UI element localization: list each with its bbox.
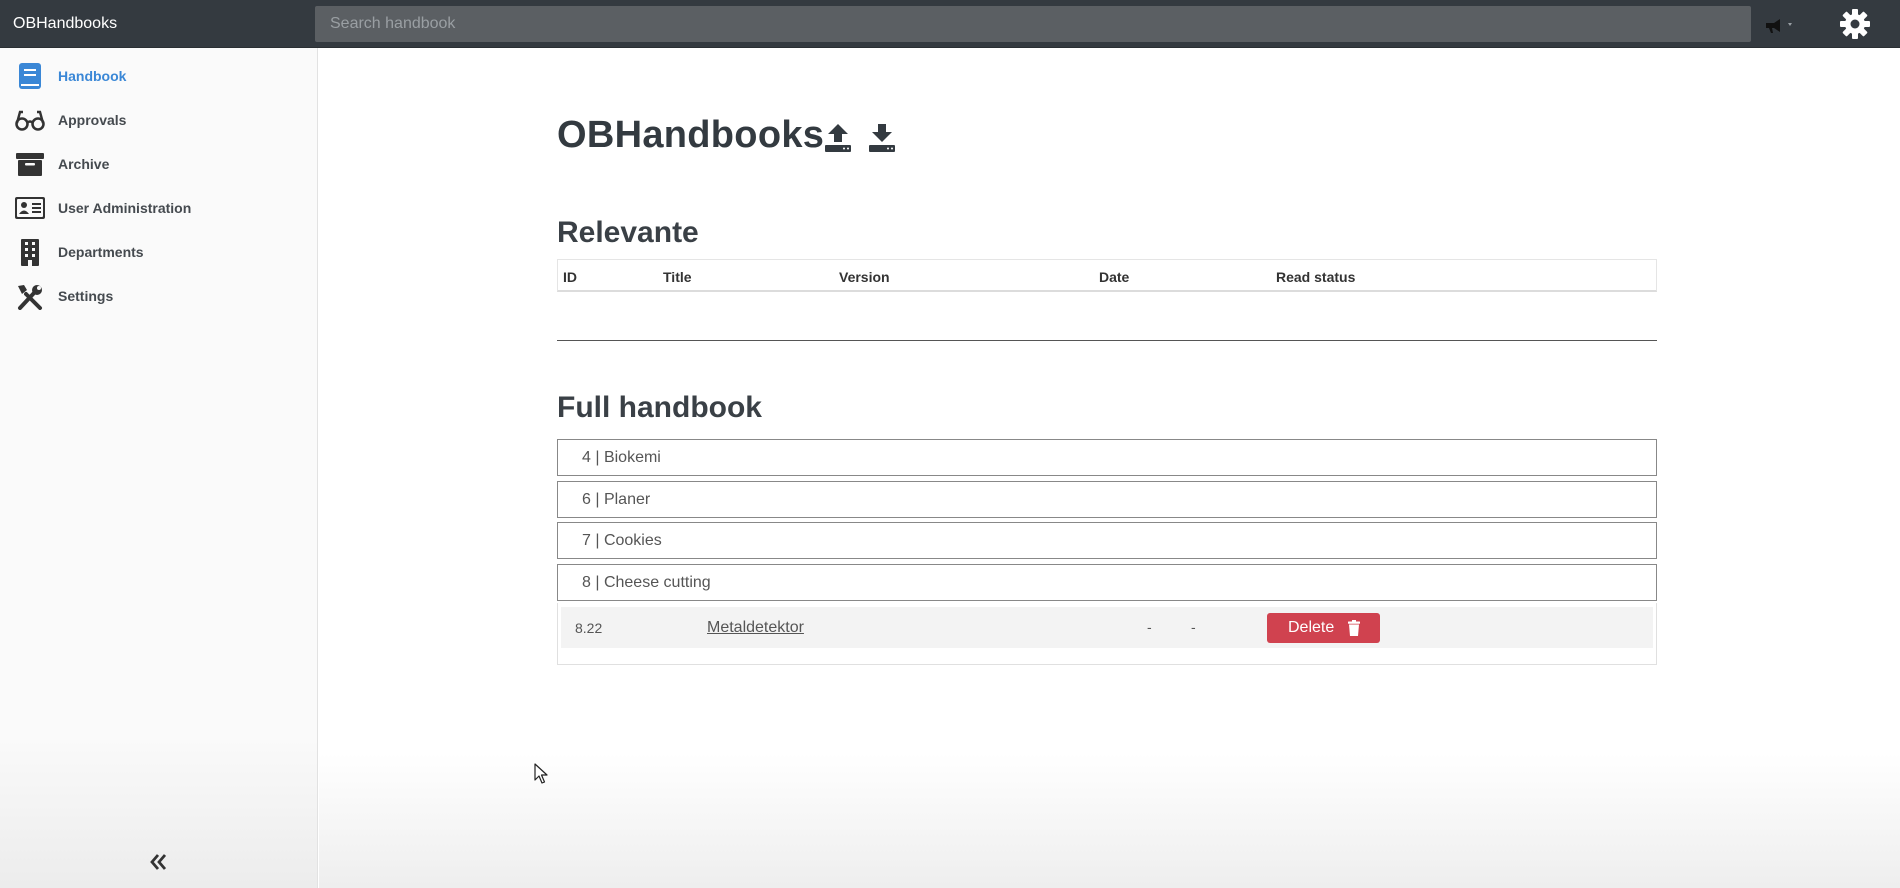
item-version: -	[1147, 619, 1152, 635]
sidebar-item-label: Handbook	[58, 68, 127, 84]
sidebar-item-user-administration[interactable]: User Administration	[0, 188, 318, 228]
page-title: OBHandbooks	[557, 114, 825, 156]
top-navbar: OBHandbooks	[0, 0, 1900, 48]
announcements-dropdown[interactable]	[1762, 14, 1798, 36]
group-label: 4 | Biokemi	[582, 449, 661, 466]
column-header-id[interactable]: ID	[563, 269, 577, 285]
upload-icon[interactable]	[823, 120, 853, 154]
column-header-date[interactable]: Date	[1099, 269, 1129, 285]
column-header-read-status[interactable]: Read status	[1276, 269, 1355, 285]
megaphone-icon	[1766, 19, 1792, 33]
sidebar-item-approvals[interactable]: Approvals	[0, 100, 318, 140]
collapse-sidebar-button[interactable]	[146, 850, 170, 874]
archive-box-icon	[16, 153, 44, 176]
relevant-heading: Relevante	[557, 216, 699, 249]
tools-icon	[18, 285, 42, 310]
building-icon	[21, 239, 39, 266]
handbook-group-row[interactable]: 6 | Planer	[557, 481, 1657, 518]
group-label: 7 | Cookies	[582, 532, 662, 549]
sidebar: Handbook Approvals Archive User Administ…	[0, 48, 318, 888]
sidebar-item-label: Settings	[58, 288, 114, 304]
gear-icon	[1840, 9, 1870, 39]
group-label: 8 | Cheese cutting	[582, 574, 711, 591]
handbook-group-row-expanded[interactable]: 8 | Cheese cutting	[557, 564, 1657, 601]
sidebar-item-departments[interactable]: Departments	[0, 232, 318, 272]
group-label: 6 | Planer	[582, 491, 651, 508]
trash-icon	[1348, 620, 1360, 636]
main-content: OBHandbooks Relevante ID Title Version D…	[319, 48, 1900, 888]
double-chevron-left-icon	[150, 854, 167, 870]
mouse-cursor-icon	[534, 763, 548, 784]
sidebar-item-archive[interactable]: Archive	[0, 144, 318, 184]
group-items-panel: 8.22 Metaldetektor - - Delete	[557, 603, 1657, 665]
delete-button[interactable]: Delete	[1267, 613, 1380, 643]
book-icon	[19, 63, 41, 89]
sidebar-item-handbook[interactable]: Handbook	[0, 56, 318, 96]
sidebar-item-label: Archive	[58, 156, 110, 172]
section-divider	[557, 340, 1657, 341]
sidebar-item-settings[interactable]: Settings	[0, 276, 318, 316]
column-header-title[interactable]: Title	[663, 269, 692, 285]
id-card-icon	[15, 197, 45, 219]
item-id: 8.22	[575, 620, 603, 636]
app-brand[interactable]: OBHandbooks	[13, 15, 117, 33]
settings-gear-button[interactable]	[1838, 7, 1872, 41]
glasses-icon	[15, 110, 45, 131]
full-handbook-heading: Full handbook	[557, 391, 762, 424]
item-date: -	[1191, 619, 1196, 635]
column-header-version[interactable]: Version	[839, 269, 890, 285]
sidebar-item-label: Approvals	[58, 112, 127, 128]
handbook-group-row[interactable]: 4 | Biokemi	[557, 439, 1657, 476]
sidebar-item-label: User Administration	[58, 200, 192, 216]
handbook-group-row[interactable]: 7 | Cookies	[557, 522, 1657, 559]
sidebar-item-label: Departments	[58, 244, 144, 260]
handbook-item-row: 8.22 Metaldetektor - - Delete	[561, 607, 1653, 648]
search-input[interactable]	[315, 6, 1751, 42]
delete-button-label: Delete	[1288, 619, 1335, 636]
download-icon[interactable]	[867, 120, 897, 154]
item-title-link[interactable]: Metaldetektor	[707, 619, 804, 637]
relevant-table: ID Title Version Date Read status	[557, 259, 1657, 292]
